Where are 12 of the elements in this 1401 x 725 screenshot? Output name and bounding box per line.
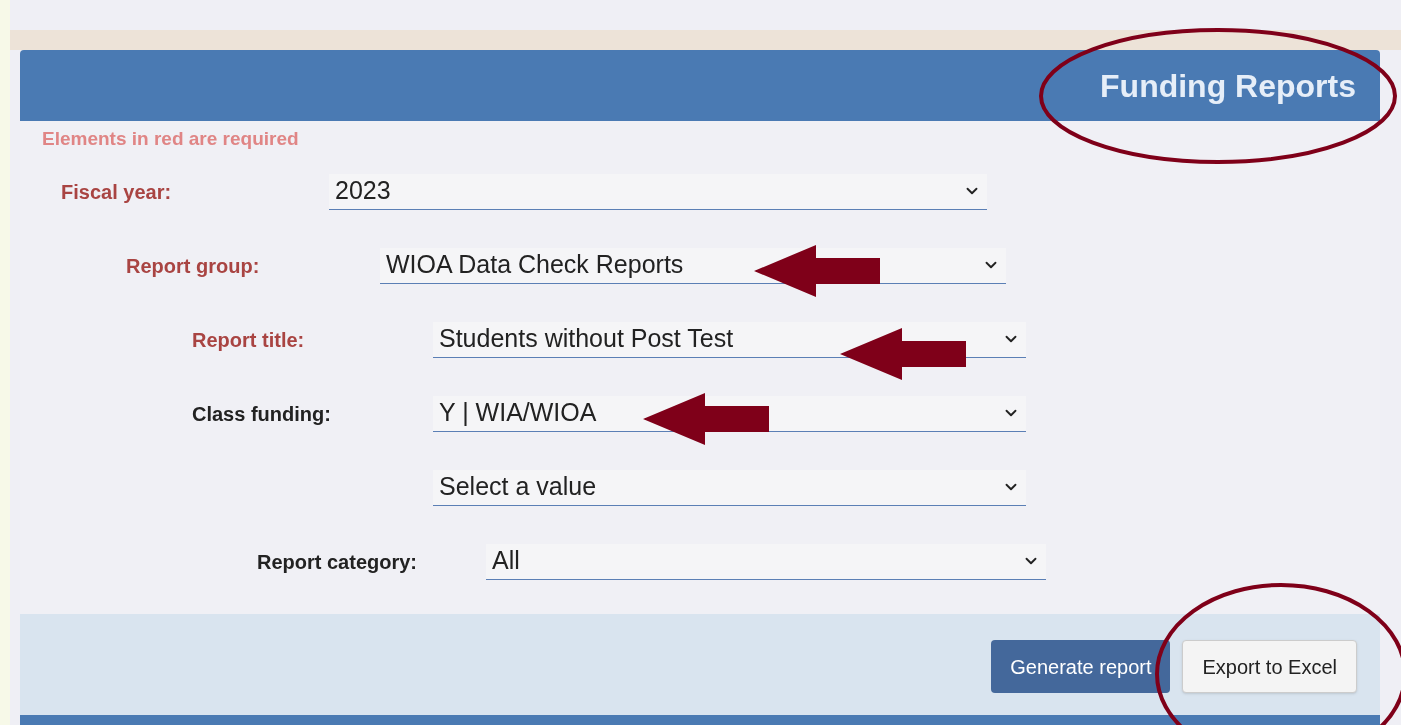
- generate-report-button[interactable]: Generate report: [991, 640, 1171, 693]
- export-button[interactable]: Export to Excel: [1182, 640, 1357, 693]
- field-label: Report group:: [126, 254, 260, 277]
- field-label: Report category:: [257, 550, 418, 573]
- field-label: Report title:: [192, 328, 305, 351]
- field-label: Fiscal year:: [61, 180, 172, 203]
- select-field[interactable]: 2023: [329, 173, 987, 210]
- select-field[interactable]: All: [486, 543, 1046, 580]
- field-label: Class funding:: [192, 402, 331, 425]
- required-note: Elements in red are required: [42, 128, 299, 149]
- panel-title: Funding Reports: [1100, 66, 1356, 106]
- select-field[interactable]: Select a value: [433, 469, 1026, 506]
